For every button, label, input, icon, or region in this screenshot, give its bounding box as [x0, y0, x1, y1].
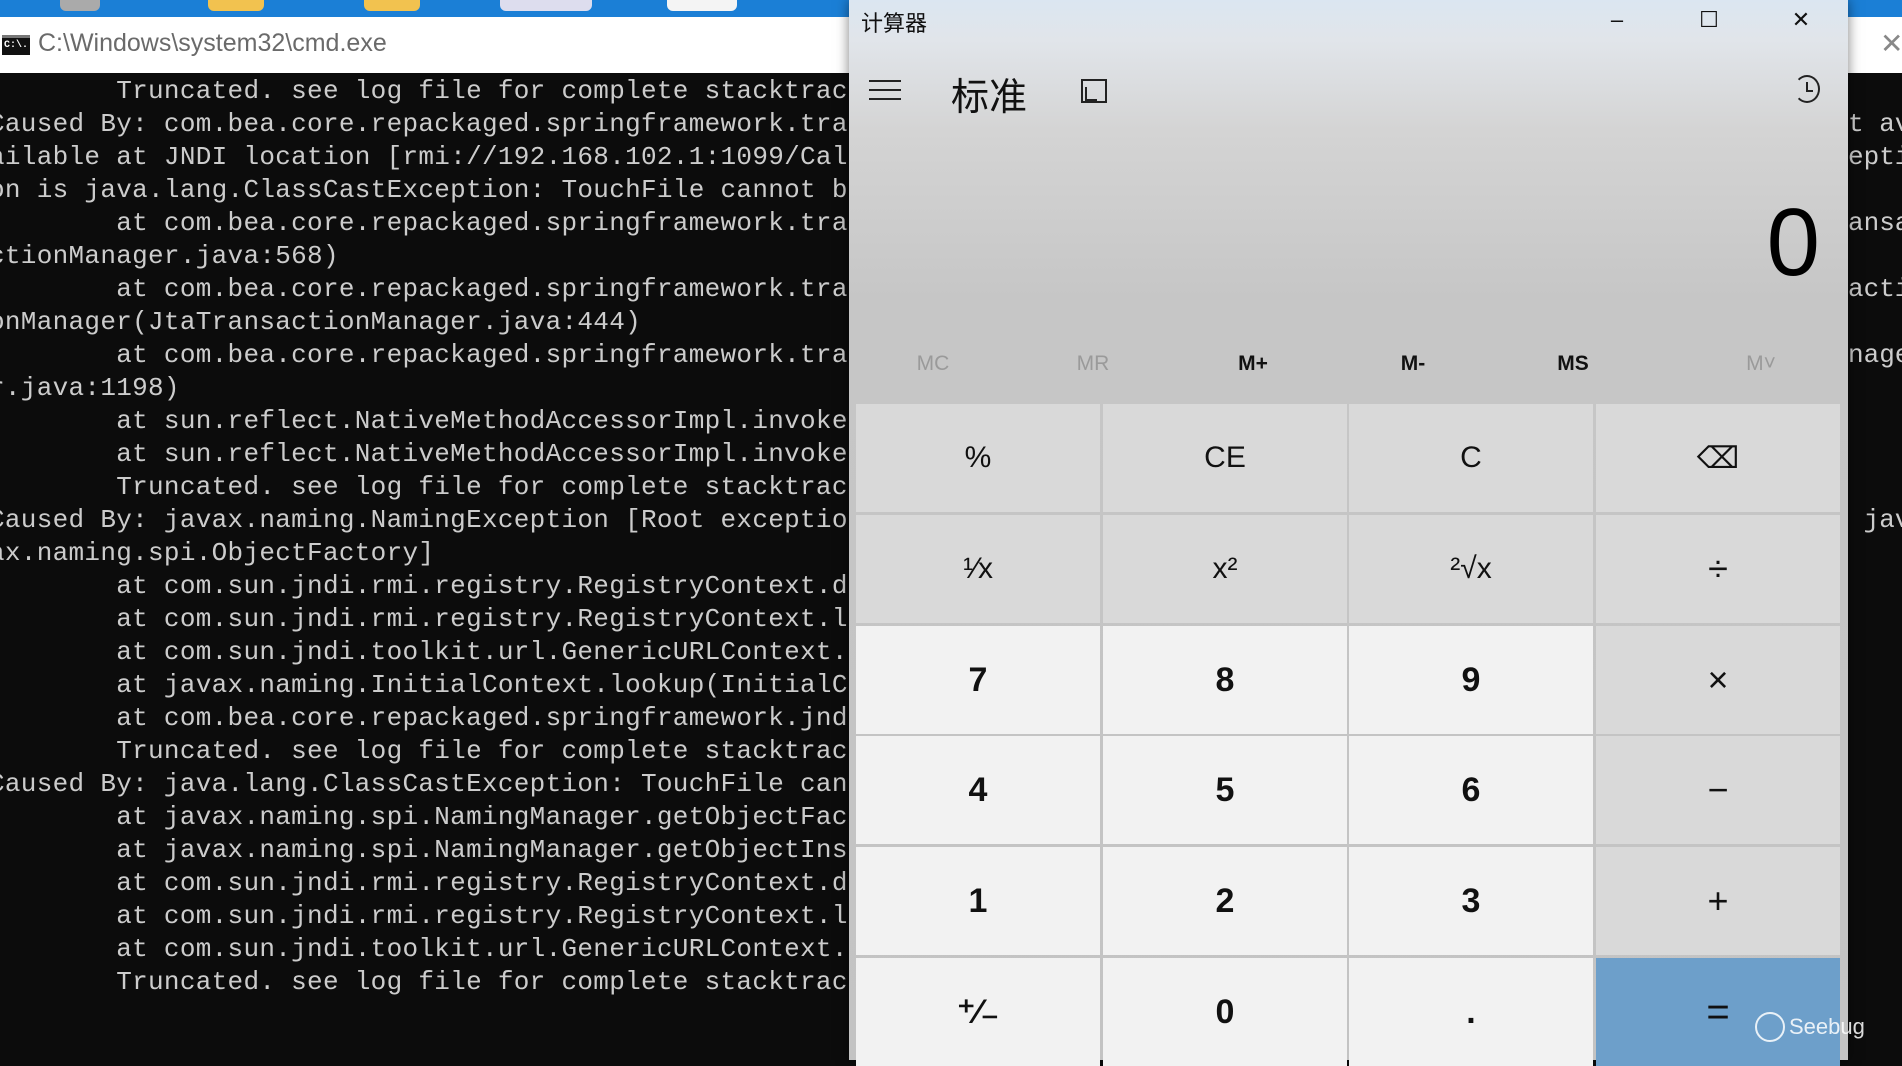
key-button[interactable]: ⌫	[1596, 404, 1840, 512]
key-button[interactable]: 2	[1103, 847, 1347, 955]
cmd-close-button[interactable]: ✕	[1880, 27, 1902, 60]
terminal-line: at com.sun.jndi.toolkit.url.GenericURLCo…	[0, 934, 848, 964]
minimize-button[interactable]: –	[1587, 2, 1647, 38]
key-button[interactable]: −	[1596, 736, 1840, 844]
terminal-line-fragment: nage	[1848, 340, 1902, 370]
terminal-line: on is java.lang.ClassCastException: Touc…	[0, 175, 848, 205]
terminal-line: Caused By: javax.naming.NamingException …	[0, 505, 848, 535]
terminal-line: at javax.naming.InitialContext.lookup(In…	[0, 670, 848, 700]
terminal-line: Truncated. see log file for complete sta…	[0, 76, 848, 106]
key-button[interactable]: 6	[1349, 736, 1593, 844]
terminal-line: Truncated. see log file for complete sta…	[0, 472, 848, 502]
cmd-icon: C:\.	[2, 35, 30, 55]
taskbar-app-icon[interactable]	[500, 0, 592, 11]
taskbar-app-icon[interactable]	[667, 0, 737, 11]
memory-button-mr[interactable]: MR	[1033, 352, 1153, 376]
taskbar-app-icon[interactable]	[60, 0, 100, 11]
seebug-logo-icon	[1755, 1012, 1785, 1042]
memory-button-mc[interactable]: MC	[873, 352, 993, 376]
key-button[interactable]: 3	[1349, 847, 1593, 955]
terminal-line: Truncated. see log file for complete sta…	[0, 967, 848, 997]
terminal-line-fragment: t av	[1848, 109, 1902, 139]
terminal-line: Caused By: java.lang.ClassCastException:…	[0, 769, 848, 799]
key-button[interactable]: ÷	[1596, 515, 1840, 623]
terminal-line: at com.bea.core.repackaged.springframewo…	[0, 208, 848, 238]
terminal-line: at sun.reflect.NativeMethodAccessorImpl.…	[0, 406, 848, 436]
terminal-line: at sun.reflect.NativeMethodAccessorImpl.…	[0, 439, 848, 469]
terminal-line: r.java:1198)	[0, 373, 180, 403]
terminal-line-fragment: acti	[1848, 274, 1902, 304]
key-button[interactable]: ⁺⁄₋	[856, 958, 1100, 1066]
maximize-button[interactable]: ☐	[1679, 2, 1739, 38]
terminal-line-fragment: ansa	[1848, 208, 1902, 238]
seebug-watermark: Seebug	[1755, 1012, 1865, 1042]
terminal-line: at com.sun.jndi.rmi.registry.RegistryCon…	[0, 604, 848, 634]
terminal-line: at com.bea.core.repackaged.springframewo…	[0, 274, 848, 304]
terminal-line: at com.sun.jndi.rmi.registry.RegistryCon…	[0, 868, 848, 898]
key-button[interactable]: C	[1349, 404, 1593, 512]
result-display: 0	[1766, 189, 1820, 296]
key-button[interactable]: 0	[1103, 958, 1347, 1066]
terminal-line: onManager(JtaTransactionManager.java:444…	[0, 307, 642, 337]
close-button[interactable]: ✕	[1771, 2, 1831, 38]
memory-button-mminus[interactable]: M-	[1353, 352, 1473, 376]
terminal-line: Truncated. see log file for complete sta…	[0, 736, 848, 766]
key-button[interactable]: 4	[856, 736, 1100, 844]
terminal-line: at javax.naming.spi.NamingManager.getObj…	[0, 802, 848, 832]
key-button[interactable]: CE	[1103, 404, 1347, 512]
terminal-line: at com.sun.jndi.rmi.registry.RegistryCon…	[0, 901, 848, 931]
terminal-line: at com.sun.jndi.rmi.registry.RegistryCon…	[0, 571, 848, 601]
terminal-line: ailable at JNDI location [rmi://192.168.…	[0, 142, 848, 172]
terminal-line: Caused By: com.bea.core.repackaged.sprin…	[0, 109, 848, 139]
terminal-line: at javax.naming.spi.NamingManager.getObj…	[0, 835, 848, 865]
calculator-window: 计算器 – ☐ ✕ 标准 0 MC MR M+ M- MS M˅ % CE C ⌫ ¹⁄x x² ²√…	[849, 0, 1848, 1066]
key-button[interactable]: 5	[1103, 736, 1347, 844]
terminal-line: at com.sun.jndi.toolkit.url.GenericURLCo…	[0, 637, 848, 667]
key-button[interactable]: %	[856, 404, 1100, 512]
calculator-title: 计算器	[861, 11, 928, 36]
terminal-line: at com.bea.core.repackaged.springframewo…	[0, 340, 848, 370]
taskbar-folder-icon[interactable]	[208, 0, 264, 11]
memory-button-mlist[interactable]: M˅	[1701, 352, 1821, 376]
terminal-line-fragment: epti	[1848, 142, 1902, 172]
mode-title: 标准	[951, 77, 1028, 119]
key-button[interactable]: 7	[856, 626, 1100, 734]
terminal-line: ctionManager.java:568)	[0, 241, 339, 271]
watermark-text: Seebug	[1789, 1014, 1865, 1039]
history-icon[interactable]	[1794, 75, 1820, 103]
key-button[interactable]: ×	[1596, 626, 1840, 734]
key-button[interactable]: +	[1596, 847, 1840, 955]
memory-button-mplus[interactable]: M+	[1193, 352, 1313, 376]
key-button[interactable]: 8	[1103, 626, 1347, 734]
key-button[interactable]: 9	[1349, 626, 1593, 734]
key-button[interactable]: x²	[1103, 515, 1347, 623]
key-button[interactable]: .	[1349, 958, 1593, 1066]
memory-button-ms[interactable]: MS	[1513, 352, 1633, 376]
keep-on-top-icon[interactable]	[1081, 79, 1107, 103]
terminal-line-fragment: jav	[1863, 505, 1902, 535]
taskbar-folder-icon[interactable]	[364, 0, 420, 11]
cmd-window-title: C:\Windows\system32\cmd.exe	[38, 29, 387, 57]
key-button[interactable]: ²√x	[1349, 515, 1593, 623]
terminal-line: ax.naming.spi.ObjectFactory]	[0, 538, 435, 568]
key-button[interactable]: ¹⁄x	[856, 515, 1100, 623]
hamburger-menu-icon[interactable]	[869, 80, 901, 102]
key-button[interactable]: 1	[856, 847, 1100, 955]
terminal-line: at com.bea.core.repackaged.springframewo…	[0, 703, 848, 733]
